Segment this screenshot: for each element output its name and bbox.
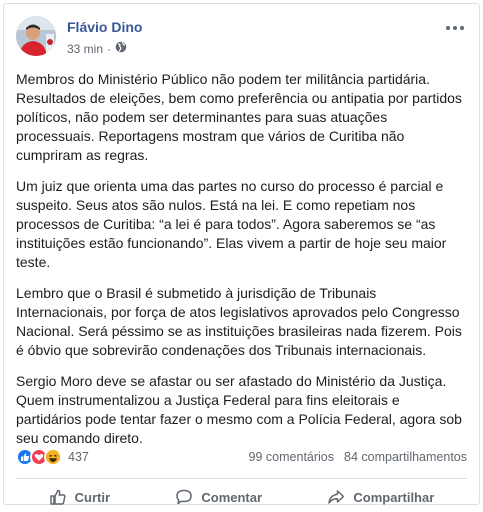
comment-bubble-icon: [175, 488, 193, 506]
meta-separator: ·: [107, 41, 112, 56]
comments-count-link[interactable]: 99 comentários: [249, 450, 334, 464]
globe-icon: [115, 41, 127, 56]
comment-label: Comentar: [201, 489, 263, 505]
post-stats: 437 99 comentários 84 compartilhamentos: [16, 444, 467, 470]
dot-icon: [446, 26, 450, 30]
post-meta: 33 min ·: [67, 41, 127, 56]
share-label: Compartilhar: [353, 489, 435, 505]
post-card: Flávio Dino 33 min · Membros do Ministér…: [3, 3, 480, 505]
post-paragraph: Sergio Moro deve se afastar ou ser afast…: [16, 373, 462, 446]
author-name[interactable]: Flávio Dino: [67, 19, 142, 35]
shares-count-link[interactable]: 84 compartilhamentos: [344, 450, 467, 464]
haha-icon: [44, 448, 62, 466]
avatar[interactable]: [16, 16, 56, 56]
dot-icon: [453, 26, 457, 30]
post-time[interactable]: 33 min: [67, 42, 103, 56]
reaction-count: 437: [68, 450, 89, 464]
like-label: Curtir: [74, 489, 111, 505]
more-options-button[interactable]: [443, 20, 467, 36]
post-paragraph: Lembro que o Brasil é submetido à jurisd…: [16, 285, 462, 358]
actions-divider: [16, 478, 467, 479]
dot-icon: [460, 26, 464, 30]
reactions-summary[interactable]: 437: [16, 448, 89, 466]
like-button[interactable]: Curtir: [49, 488, 110, 506]
thumbs-up-icon: [49, 488, 67, 506]
post-paragraph: Um juiz que orienta uma das partes no cu…: [16, 178, 447, 270]
post-body: Membros do Ministério Público não podem …: [16, 70, 466, 460]
post-paragraph: Membros do Ministério Público não podem …: [16, 71, 462, 163]
share-arrow-icon: [327, 488, 345, 506]
comment-button[interactable]: Comentar: [175, 488, 262, 506]
post-header: Flávio Dino 33 min ·: [16, 16, 467, 60]
share-button[interactable]: Compartilhar: [327, 488, 434, 506]
